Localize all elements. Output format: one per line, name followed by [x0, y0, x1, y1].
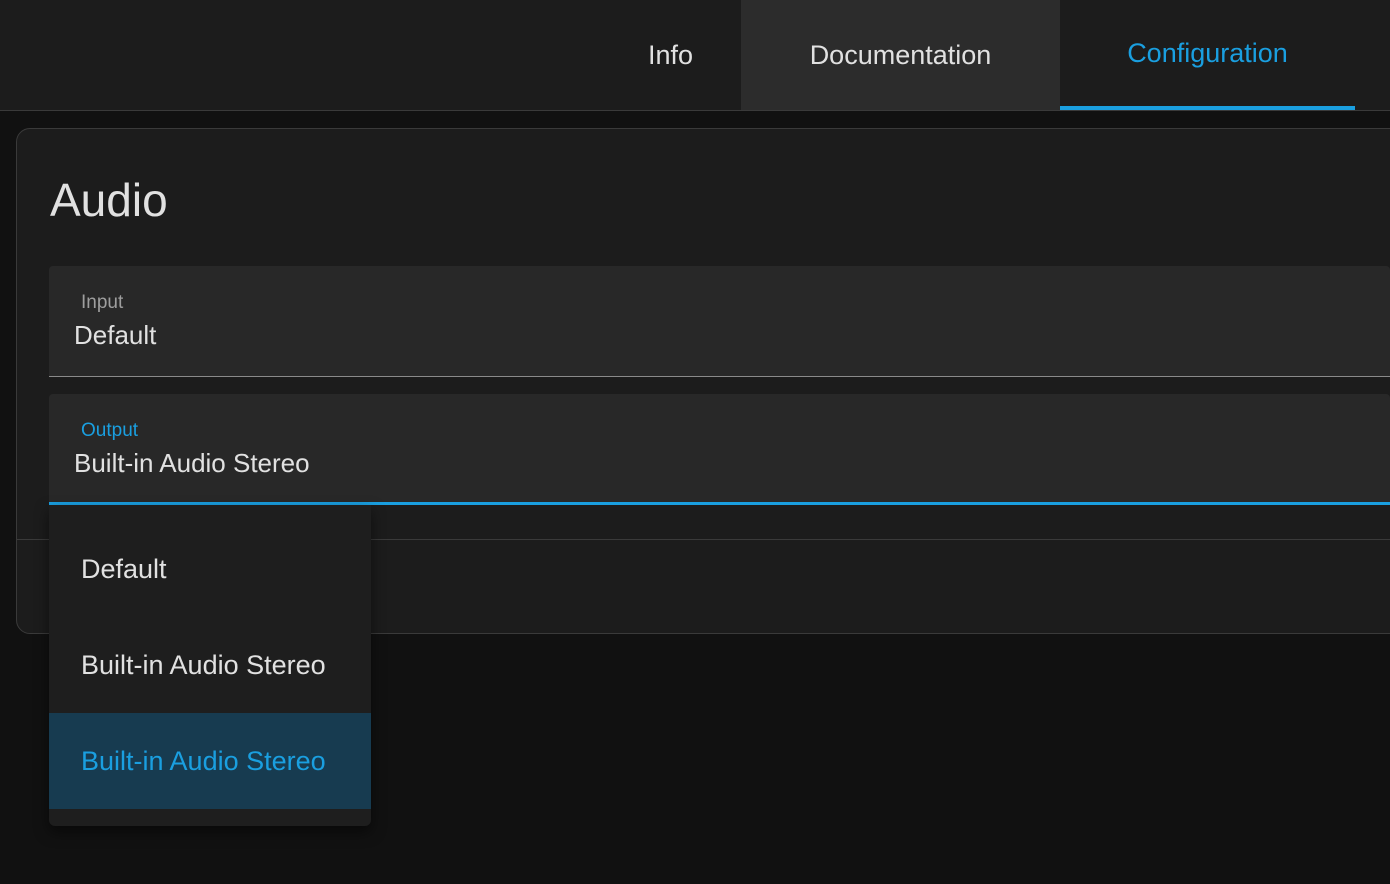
input-select[interactable]: Input Default: [49, 266, 1390, 377]
output-dropdown-menu: Default Built-in Audio Stereo Built-in A…: [49, 505, 371, 826]
input-label: Input: [81, 292, 124, 313]
card-title: Audio: [50, 174, 168, 226]
output-select[interactable]: Output Built-in Audio Stereo: [49, 394, 1390, 505]
output-value: Built-in Audio Stereo: [74, 448, 310, 478]
menu-item-built-in-audio-stereo-selected[interactable]: Built-in Audio Stereo: [49, 713, 371, 809]
menu-item-default[interactable]: Default: [49, 521, 371, 617]
tab-configuration[interactable]: Configuration: [1060, 0, 1355, 110]
input-value: Default: [74, 320, 157, 350]
tab-info[interactable]: Info: [600, 0, 741, 110]
tab-documentation[interactable]: Documentation: [741, 0, 1060, 110]
output-label: Output: [81, 420, 139, 441]
menu-item-built-in-audio-stereo[interactable]: Built-in Audio Stereo: [49, 617, 371, 713]
tab-bar: Info Documentation Configuration: [0, 0, 1390, 111]
